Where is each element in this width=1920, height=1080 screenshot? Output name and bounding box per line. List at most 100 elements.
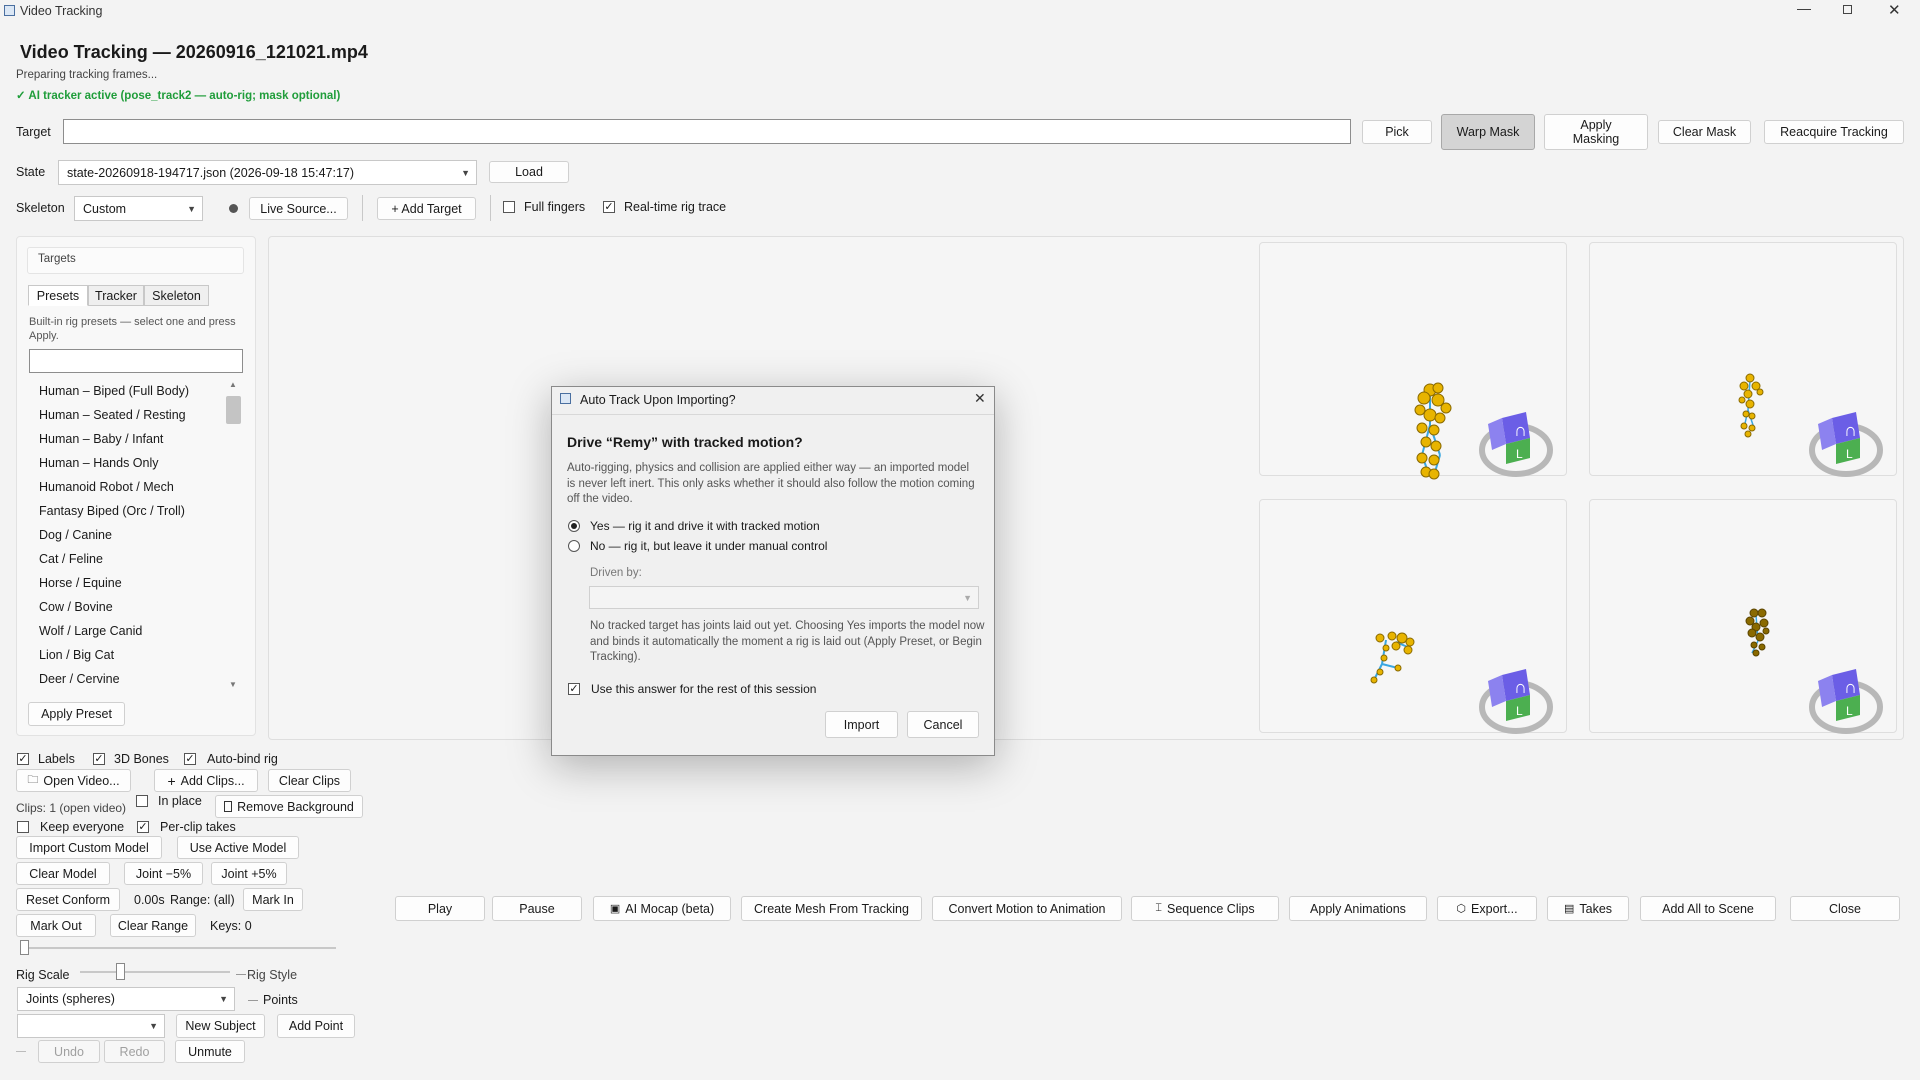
timeline-handle[interactable]: [20, 940, 29, 955]
clear-clips-button[interactable]: Clear Clips: [268, 769, 351, 792]
option-yes-radio[interactable]: [568, 520, 580, 532]
tab-tracker[interactable]: Tracker: [88, 285, 144, 306]
svg-text:L: L: [1516, 447, 1523, 461]
skeleton-select[interactable]: Custom ▼: [74, 196, 203, 221]
list-item[interactable]: Fantasy Biped (Orc / Troll): [39, 504, 185, 518]
driven-by-select[interactable]: ▼: [589, 586, 979, 609]
joint-minus-button[interactable]: Joint −5%: [124, 862, 203, 885]
labels-checkbox[interactable]: ✓: [17, 753, 29, 765]
apply-masking-button[interactable]: Apply Masking: [1544, 114, 1648, 150]
list-item[interactable]: Human – Biped (Full Body): [39, 384, 189, 398]
load-button[interactable]: Load: [489, 161, 569, 183]
list-item[interactable]: Human – Seated / Resting: [39, 408, 186, 422]
list-item[interactable]: Cow / Bovine: [39, 600, 113, 614]
tab-presets[interactable]: Presets: [28, 285, 88, 306]
apply-animations-button[interactable]: Apply Animations: [1289, 896, 1427, 921]
sequence-clips-button[interactable]: ⌶ Sequence Clips: [1131, 896, 1279, 921]
close-button[interactable]: Close: [1790, 896, 1900, 921]
dialog-note: No tracked target has joints laid out ye…: [590, 620, 985, 663]
chevron-down-icon: ▼: [963, 592, 972, 603]
add-target-button[interactable]: + Add Target: [377, 197, 476, 220]
add-all-to-scene-button[interactable]: Add All to Scene: [1640, 896, 1776, 921]
import-custom-model-button[interactable]: Import Custom Model: [16, 836, 162, 859]
clear-range-button[interactable]: Clear Range: [110, 914, 196, 937]
reacquire-tracking-button[interactable]: Reacquire Tracking: [1764, 120, 1904, 144]
svg-text:∩: ∩: [1514, 677, 1527, 697]
pick-button[interactable]: Pick: [1362, 120, 1432, 144]
chevron-down-icon: ▼: [461, 167, 470, 178]
rig-scale-handle[interactable]: [116, 963, 125, 980]
create-mesh-button[interactable]: Create Mesh From Tracking: [741, 896, 922, 921]
warp-mask-button[interactable]: Warp Mask: [1441, 114, 1535, 150]
add-point-button[interactable]: Add Point: [277, 1014, 355, 1038]
list-item[interactable]: Human – Baby / Infant: [39, 432, 163, 446]
convert-motion-button[interactable]: Convert Motion to Animation: [932, 896, 1122, 921]
skeleton-select-value: Custom: [83, 201, 127, 216]
new-subject-button[interactable]: New Subject: [176, 1014, 265, 1038]
subject-select[interactable]: ▼: [17, 1014, 165, 1038]
list-item[interactable]: Lion / Big Cat: [39, 648, 114, 662]
export-button[interactable]: ⬡ Export...: [1437, 896, 1537, 921]
play-button[interactable]: Play: [395, 896, 485, 921]
dialog-close-icon[interactable]: ✕: [974, 390, 986, 407]
scroll-up-icon[interactable]: ▲: [229, 380, 237, 389]
keep-everyone-checkbox[interactable]: [17, 821, 29, 833]
list-item[interactable]: Wolf / Large Canid: [39, 624, 142, 638]
timeline-track[interactable]: [20, 947, 336, 949]
joint-plus-button[interactable]: Joint +5%: [211, 862, 287, 885]
use-active-model-button[interactable]: Use Active Model: [177, 836, 299, 859]
clear-mask-button[interactable]: Clear Mask: [1658, 120, 1751, 144]
remove-background-button[interactable]: Remove Background: [215, 795, 363, 818]
tab-skeleton[interactable]: Skeleton: [144, 285, 209, 306]
option-yes-label: Yes — rig it and drive it with tracked m…: [590, 519, 820, 533]
per-clip-takes-checkbox[interactable]: ✓: [137, 821, 149, 833]
target-input[interactable]: [63, 119, 1351, 144]
list-item[interactable]: Deer / Cervine: [39, 672, 120, 686]
maximize-icon[interactable]: [1843, 5, 1852, 14]
cancel-button[interactable]: Cancel: [907, 711, 979, 738]
list-item[interactable]: Human – Hands Only: [39, 456, 159, 470]
bones3d-checkbox[interactable]: ✓: [93, 753, 105, 765]
unmute-button[interactable]: Unmute: [175, 1040, 245, 1063]
autobind-checkbox[interactable]: ✓: [184, 753, 196, 765]
remember-answer-checkbox[interactable]: ✓: [568, 683, 580, 695]
rig-scale-track[interactable]: [80, 971, 230, 973]
export-label: Export...: [1471, 901, 1518, 916]
takes-button[interactable]: ▤ Takes: [1547, 896, 1629, 921]
import-button[interactable]: Import: [825, 711, 898, 738]
mark-in-button[interactable]: Mark In: [243, 888, 303, 911]
reset-conform-button[interactable]: Reset Conform: [16, 888, 120, 911]
option-no-radio[interactable]: [568, 540, 580, 552]
presets-filter-input[interactable]: [29, 349, 243, 373]
clips-info: Clips: 1 (open video): [16, 801, 127, 815]
full-fingers-checkbox[interactable]: [503, 201, 515, 213]
list-item[interactable]: Dog / Canine: [39, 528, 112, 542]
scroll-down-icon[interactable]: ▼: [229, 680, 237, 689]
full-fingers-label: Full fingers: [524, 200, 586, 214]
realtime-trace-checkbox[interactable]: ✓: [603, 201, 615, 213]
in-place-checkbox[interactable]: [136, 795, 148, 807]
redo-button[interactable]: Redo: [104, 1040, 165, 1063]
ai-mocap-button[interactable]: ▣ AI Mocap (beta): [593, 896, 731, 921]
close-window-icon[interactable]: ✕: [1888, 1, 1901, 19]
pause-button[interactable]: Pause: [492, 896, 582, 921]
minimize-icon[interactable]: —: [1797, 0, 1811, 16]
labels-label: Labels: [38, 752, 75, 766]
open-video-button[interactable]: 🗀 Open Video...: [16, 769, 131, 792]
undo-button[interactable]: Undo: [38, 1040, 100, 1063]
state-select[interactable]: state-20260918-194717.json (2026-09-18 1…: [58, 160, 477, 185]
apply-preset-button[interactable]: Apply Preset: [28, 702, 125, 726]
rig-style-select[interactable]: Joints (spheres) ▼: [17, 987, 235, 1011]
page-title: Video Tracking — 20260916_121021.mp4: [20, 42, 368, 62]
list-item[interactable]: Horse / Equine: [39, 576, 122, 590]
live-indicator-icon: [229, 204, 238, 213]
status-text: Preparing tracking frames...: [16, 69, 158, 81]
mark-out-button[interactable]: Mark Out: [16, 914, 96, 937]
add-clips-button[interactable]: + Add Clips...: [154, 769, 258, 792]
list-item[interactable]: Humanoid Robot / Mech: [39, 480, 174, 494]
live-source-button[interactable]: Live Source...: [249, 197, 348, 220]
list-item[interactable]: Cat / Feline: [39, 552, 103, 566]
list-scrollbar-thumb[interactable]: [226, 396, 241, 424]
clear-model-button[interactable]: Clear Model: [16, 862, 110, 885]
svg-text:L: L: [1846, 447, 1853, 461]
